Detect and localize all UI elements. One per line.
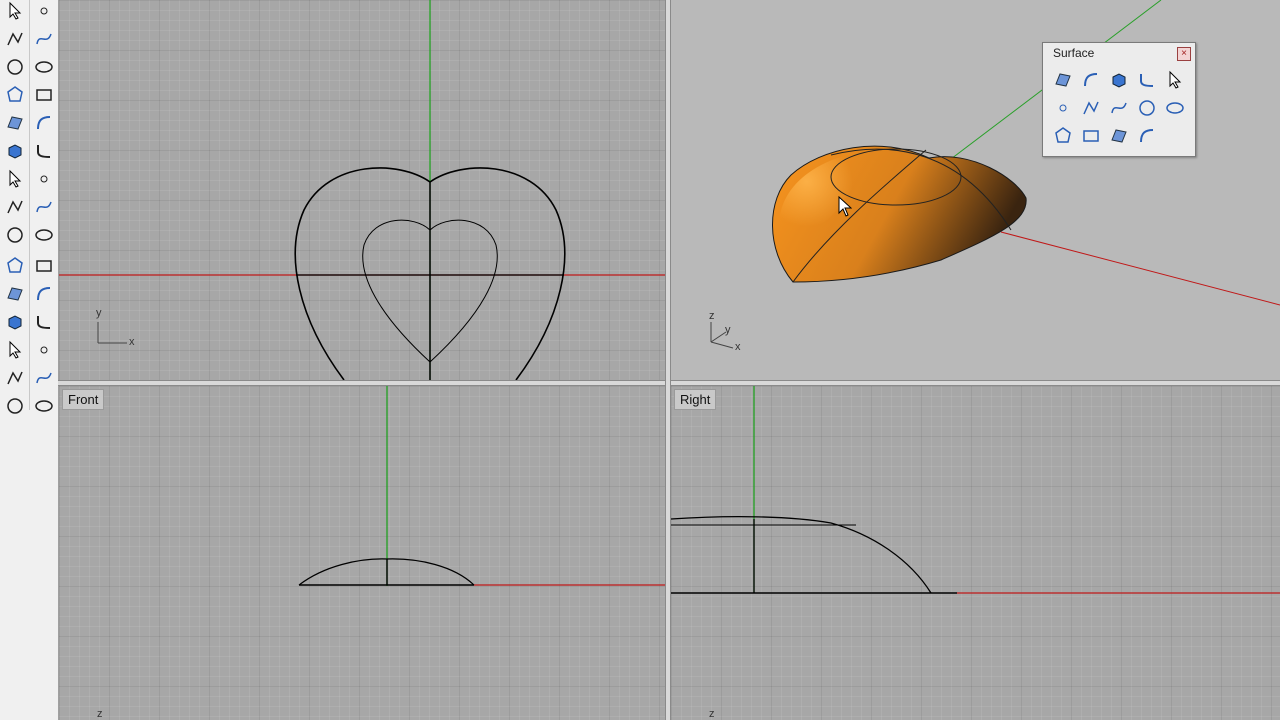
- axis-label-y: y: [96, 307, 102, 319]
- sphere-icon[interactable]: [33, 168, 55, 190]
- revolve-icon[interactable]: [1108, 69, 1130, 91]
- top-viewport[interactable]: y x: [59, 0, 665, 380]
- split-icon[interactable]: [33, 255, 55, 277]
- rail-revolve-icon[interactable]: [1052, 125, 1074, 147]
- profile-curve: [671, 516, 932, 594]
- extrude-icon[interactable]: [1136, 69, 1158, 91]
- left-toolbar: [0, 0, 59, 720]
- axis-label-x: x: [129, 336, 135, 348]
- axis-label-z: z: [709, 310, 715, 322]
- arc-icon[interactable]: [33, 112, 55, 134]
- curve-icon[interactable]: [33, 28, 55, 50]
- planar-surface-icon[interactable]: [1080, 69, 1102, 91]
- extrude-curve-icon[interactable]: [33, 196, 55, 218]
- heightfield-icon[interactable]: [1136, 125, 1158, 147]
- gear-icon[interactable]: [4, 224, 26, 246]
- front-viewport[interactable]: Front z: [59, 386, 665, 720]
- layer-icon[interactable]: [33, 367, 55, 389]
- toolbar-separator: [29, 0, 30, 410]
- axis-label-z: z: [97, 708, 103, 720]
- viewport-divider-vertical[interactable]: [665, 0, 671, 720]
- solid-icon[interactable]: [4, 395, 26, 417]
- group-icon[interactable]: [4, 367, 26, 389]
- axis-label-y: y: [725, 324, 731, 336]
- surface-from-points-icon[interactable]: [1052, 69, 1074, 91]
- plane-icon[interactable]: [4, 196, 26, 218]
- drape-icon[interactable]: [1080, 125, 1102, 147]
- surface-toolbar-panel[interactable]: Surface ×: [1042, 42, 1196, 157]
- cylinder-icon[interactable]: [4, 168, 26, 190]
- ellipse-icon[interactable]: [33, 56, 55, 78]
- join-icon[interactable]: [4, 283, 26, 305]
- x-axis-line: [1000, 231, 1280, 306]
- axis-label-x: x: [735, 341, 741, 353]
- panel-title[interactable]: Surface: [1053, 46, 1094, 60]
- loft-icon[interactable]: [1164, 69, 1186, 91]
- patch-icon[interactable]: [1108, 97, 1130, 119]
- trim-icon[interactable]: [4, 255, 26, 277]
- offset-icon[interactable]: [4, 311, 26, 333]
- select-icon[interactable]: [4, 0, 26, 22]
- grid-icon[interactable]: [33, 395, 55, 417]
- circle-icon[interactable]: [4, 56, 26, 78]
- text-icon[interactable]: [4, 339, 26, 361]
- box-icon[interactable]: [4, 140, 26, 162]
- surface-icon[interactable]: [4, 112, 26, 134]
- axis-indicator: [97, 322, 127, 344]
- sweep1-icon[interactable]: [1052, 97, 1074, 119]
- dimension-icon[interactable]: [33, 339, 55, 361]
- mouse-cursor-icon: [838, 196, 852, 217]
- right-viewport[interactable]: Right z: [671, 386, 1280, 720]
- edge-surface-icon[interactable]: [1164, 97, 1186, 119]
- explode-icon[interactable]: [33, 283, 55, 305]
- sweep2-icon[interactable]: [1136, 97, 1158, 119]
- boolean-icon[interactable]: [33, 224, 55, 246]
- axis-label-z: z: [709, 708, 715, 720]
- point-grid-icon[interactable]: [1108, 125, 1130, 147]
- polyline-icon[interactable]: [4, 28, 26, 50]
- point-icon[interactable]: [33, 0, 55, 22]
- fillet-icon[interactable]: [33, 140, 55, 162]
- network-surface-icon[interactable]: [1080, 97, 1102, 119]
- polygon-icon[interactable]: [4, 84, 26, 106]
- rectangle-icon[interactable]: [33, 84, 55, 106]
- close-icon[interactable]: ×: [1177, 47, 1191, 61]
- move-icon[interactable]: [33, 311, 55, 333]
